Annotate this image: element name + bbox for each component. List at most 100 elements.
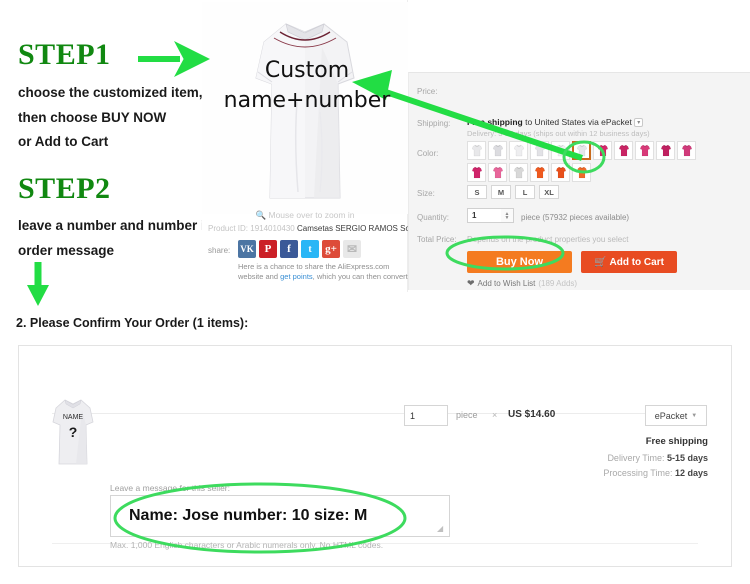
share-note: Here is a chance to share the AliExpress… [238,262,410,281]
vk-icon[interactable]: VK [238,240,256,258]
step2-line-2: order message [18,243,115,258]
quantity-stepper[interactable]: ▲ ▼ [501,208,514,223]
product-id-label: Product ID: [208,224,249,233]
tshirt-icon [513,144,524,157]
add-to-cart-button[interactable]: 🛒 Add to Cart [581,251,677,273]
zoom-hint: 🔍 Mouse over to zoom in [255,210,355,220]
swatch-orange-1[interactable] [530,163,549,182]
order-delivery-time: Delivery Time: 5-15 days [607,453,708,463]
swatch-white-2[interactable] [488,141,507,160]
swatch-pink-3[interactable] [635,141,654,160]
tshirt-icon [681,144,692,157]
tshirt-icon [576,144,587,157]
step1-line-2: then choose BUY NOW [18,110,167,125]
custom-caption-line2: name+number [223,88,391,113]
step2-title: STEP2 [18,172,111,205]
swatch-orange-2[interactable] [551,163,570,182]
custom-caption-line1: Custom [264,58,350,83]
confirm-order-title: 2. Please Confirm Your Order (1 items): [16,316,249,330]
tshirt-icon [471,144,482,157]
order-unit-price: US $14.60 [508,409,556,420]
swatch-pink-4[interactable] [656,141,675,160]
stepper-down-icon[interactable]: ▼ [505,215,510,220]
swatch-white-3[interactable] [509,141,528,160]
googleplus-icon[interactable]: g+ [322,240,340,258]
swatch-white-1[interactable] [467,141,486,160]
tshirt-icon [555,166,566,179]
email-icon[interactable]: ✉ [343,240,361,258]
product-id-value: 1914010430 [250,224,295,233]
size-label: Size: [417,189,435,198]
free-shipping-text: Free shipping [467,117,523,127]
swatch-pink-5[interactable] [677,141,696,160]
facebook-icon[interactable]: f [280,240,298,258]
seller-message-input[interactable]: Name: Jose number: 10 size: M [110,495,450,537]
size-option-m[interactable]: M [491,185,511,199]
tshirt-icon [639,144,650,157]
shipping-destination: to United States via ePacket [522,117,632,127]
swatch-orange-3[interactable] [572,163,591,182]
order-quantity-input[interactable]: 1 [404,405,448,426]
step2-down-arrow-icon [27,262,49,306]
order-piece-label: piece [456,410,478,420]
tshirt-icon [660,144,671,157]
swatch-pink-2[interactable] [614,141,633,160]
delivery-time-value: 5-15 days [666,453,708,463]
twitter-icon[interactable]: t [301,240,319,258]
share-note-part2: , which you can then convert [312,271,408,281]
shipping-method-value: ePacket [654,410,688,421]
color-swatch-row-2 [467,163,591,182]
thumb-name-text: NAME [63,414,84,421]
share-label: share: [208,246,231,255]
color-label: Color: [417,149,439,158]
quantity-input[interactable]: 1 [467,208,505,223]
product-detail-panel: Price: Shipping: Free shipping to United… [408,72,750,290]
swatch-pink-1[interactable] [593,141,612,160]
custom-caption: Custom name+number [222,56,392,116]
chevron-down-icon[interactable]: ▾ [634,118,644,127]
seller-message-hint: Max. 1,000 English characters or Arabic … [110,540,384,550]
swatch-white-4[interactable] [530,141,549,160]
size-option-s[interactable]: S [467,185,487,199]
product-title: Camsetas SERGIO RAMOS Soccer ... [296,224,408,233]
order-item-thumbnail[interactable]: NAME ? [38,392,108,470]
tshirt-icon [618,144,629,157]
wishlist-label: Add to Wish List [477,279,536,288]
textarea-resize-handle-icon[interactable]: ◢ [437,524,443,533]
quantity-label: Quantity: [417,213,450,222]
buy-now-button[interactable]: Buy Now [467,251,572,273]
tshirt-icon [597,144,608,157]
shipping-method-select[interactable]: ePacket ▼ [645,405,707,426]
product-gallery: 🔍 Mouse over to zoom in Product ID: 1914… [202,0,408,292]
cart-icon: 🛒 [594,256,607,268]
step1-line-3: or Add to Cart [18,134,109,149]
shipping-delivery-note: Delivery: 5-15 days (ships out within 12… [467,129,650,138]
size-option-l[interactable]: L [515,185,535,199]
tshirt-icon [534,144,545,157]
card-divider-top [52,413,698,414]
get-points-link[interactable]: get points [280,272,313,281]
magnifier-icon: 🔍 [255,210,267,220]
swatch-white-6-selected[interactable] [572,141,591,160]
processing-time-value: 12 days [674,468,708,478]
tshirt-icon [513,166,524,179]
shipping-label: Shipping: [417,119,451,128]
seller-message-label: Leave a message for this seller: [110,483,231,493]
heart-icon: ❤ [467,278,475,288]
size-option-xl[interactable]: XL [539,185,559,199]
swatch-grey-lock[interactable] [509,163,528,182]
price-label: Price: [417,87,438,96]
tshirt-icon [555,144,566,157]
processing-time-label: Processing Time: [603,468,673,478]
thumb-number-text: ? [69,424,78,440]
wishlist-count: (189 Adds) [538,279,578,288]
color-swatch-row-1 [467,141,696,160]
add-to-wishlist-button[interactable]: ❤ Add to Wish List (189 Adds) [467,278,577,289]
swatch-rose-1[interactable] [488,163,507,182]
pinterest-icon[interactable]: P [259,240,277,258]
delivery-time-label: Delivery Time: [607,453,665,463]
swatch-white-5[interactable] [551,141,570,160]
swatch-magenta-1[interactable] [467,163,486,182]
total-price-value: Depends on the product properties you se… [467,235,629,244]
tshirt-icon [492,144,503,157]
